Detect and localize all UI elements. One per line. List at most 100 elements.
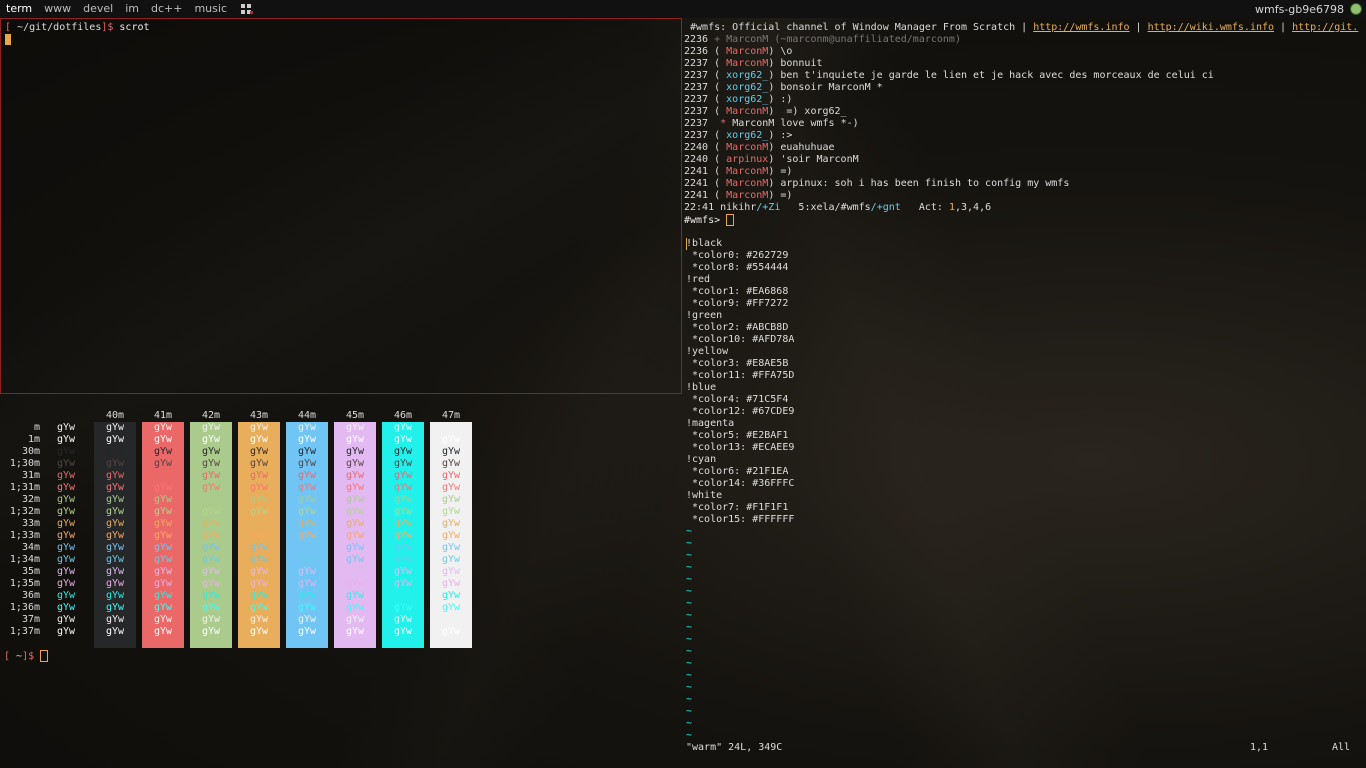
tag-term[interactable]: term: [0, 0, 38, 18]
terminal-cursor: [5, 34, 11, 45]
irc-message: 2237 ( xorg62_) :>: [684, 130, 792, 142]
irc-message-nick[interactable]: MarconM: [726, 178, 768, 189]
irc-topic-link-wiki[interactable]: http://wiki.wmfs.info: [1148, 22, 1274, 33]
irc-message-nick[interactable]: xorg62_: [726, 130, 768, 141]
color-table-sample: gYw: [394, 494, 413, 505]
irc-message-nick[interactable]: MarconM: [726, 106, 768, 117]
irc-message: 2240 ( MarconM) euahuhuae: [684, 142, 835, 154]
irc-message-mark: (: [708, 154, 727, 165]
color-table-row-label: 1;33m: [9, 530, 40, 541]
vim-buffer-line: !black: [686, 238, 723, 249]
color-table-sample: gYw: [442, 434, 461, 445]
irc-message-text: love wmfs *-): [774, 118, 859, 129]
irc-message-time: 2237: [684, 70, 709, 81]
irc-message-nick[interactable]: arpinux: [726, 154, 768, 165]
color-table-row-label: 37m: [21, 614, 40, 625]
color-table-row-label: 30m: [21, 446, 40, 457]
color-table-row-label: 36m: [21, 590, 40, 601]
vim-empty-line-tilde: ~: [686, 526, 693, 537]
color-table-sample: gYw: [202, 542, 221, 553]
color-table-sample: gYw: [442, 518, 461, 529]
color-table-sample: gYw: [154, 614, 173, 625]
color-table-sample: gYw: [298, 422, 317, 433]
irc-message-mark: (: [708, 82, 727, 93]
color-table-sample: gYw: [154, 530, 173, 541]
color-table-sample: gYw: [250, 590, 269, 601]
tag-dcpp[interactable]: dc++: [145, 0, 188, 18]
irc-message-nick[interactable]: xorg62_: [726, 70, 768, 81]
irc-topic-link-git[interactable]: http://git.: [1292, 22, 1358, 33]
irc-client-window[interactable]: #wmfs: Official channel of Window Manage…: [684, 18, 1364, 228]
irc-message-nick[interactable]: MarconM: [726, 166, 768, 177]
color-table-sample: gYw: [202, 518, 221, 529]
color-table-sample: gYw: [394, 578, 413, 589]
color-table-sample: gYw: [394, 470, 413, 481]
color-table-sample: gYw: [250, 446, 269, 457]
color-table-sample: gYw: [154, 458, 173, 469]
color-table-sample: gYw: [57, 542, 76, 553]
irc-statusline: 22:41 nikihr/+Zi 5:xela/#wmfs/+gnt Act: …: [684, 202, 991, 214]
vim-buffer-line: *color13: #ECAEE9: [686, 442, 795, 453]
color-table-sample: gYw: [346, 446, 365, 457]
color-table-sample: gYw: [346, 542, 365, 553]
color-table-sample: gYw: [250, 422, 269, 433]
irc-input-line[interactable]: #wmfs>: [684, 214, 735, 227]
irc-message-text: ) \o: [768, 46, 793, 57]
irc-message-nick[interactable]: MarconM: [726, 190, 768, 201]
color-table-header: 45m: [346, 410, 365, 421]
vim-empty-line-tilde: ~: [686, 562, 693, 573]
irc-topic-link-wmfs[interactable]: http://wmfs.info: [1033, 22, 1129, 33]
irc-message-time: 2237: [684, 58, 709, 69]
color-table-sample: gYw: [57, 446, 76, 457]
color-table-sample: gYw: [442, 626, 461, 637]
vim-buffer-line: !white: [686, 490, 723, 501]
tag-devel[interactable]: devel: [77, 0, 119, 18]
irc-message-text: (~marconm@unaffiliated/marconm): [768, 34, 961, 45]
color-table-sample: gYw: [442, 590, 461, 601]
status-text: wmfs-gb9e6798: [1254, 2, 1344, 16]
tag-www[interactable]: www: [38, 0, 77, 18]
irc-message-nick[interactable]: MarconM: [726, 58, 768, 69]
irc-message-nick[interactable]: MarconM: [732, 118, 774, 129]
prompt-bracket-close: ]$: [101, 22, 114, 33]
irc-message-nick[interactable]: MarconM: [726, 46, 768, 57]
top-bar: term www devel im dc++ music wmfs-gb9e67…: [0, 0, 1366, 18]
vim-buffer-line: *color2: #ABCB8D: [686, 322, 789, 333]
irc-message-text: ) euahuhuae: [768, 142, 835, 153]
prompt-path: ~/git/dotfiles: [11, 22, 102, 33]
color-table-row-label: 32m: [21, 494, 40, 505]
irc-message-nick[interactable]: xorg62_: [726, 82, 768, 93]
vim-empty-line-tilde: ~: [686, 706, 693, 717]
vim-editor-window[interactable]: !black *color0: #262729 *color8: #554444…: [684, 236, 1364, 756]
irc-message-time: 2240: [684, 154, 709, 165]
color-table-sample: gYw: [250, 506, 269, 517]
color-table-sample: gYw: [154, 506, 173, 517]
color-table-header: 44m: [298, 410, 317, 421]
irc-message-nick[interactable]: xorg62_: [726, 94, 768, 105]
vim-empty-line-tilde: ~: [686, 730, 693, 741]
color-table-sample: gYw: [394, 422, 413, 433]
color-table-sample: gYw: [250, 614, 269, 625]
bottom-shell-prompt[interactable]: [ ~]$: [4, 650, 49, 663]
color-table-sample: gYw: [106, 590, 125, 601]
vim-buffer-line: *color4: #71C5F4: [686, 394, 789, 405]
color-table-sample: gYw: [346, 494, 365, 505]
irc-message-time: 2241: [684, 178, 709, 189]
tag-music[interactable]: music: [188, 0, 233, 18]
color-table-sample: gYw: [154, 578, 173, 589]
color-table-sample: gYw: [154, 602, 173, 613]
vim-buffer-line: !magenta: [686, 418, 735, 429]
color-table-sample: gYw: [250, 518, 269, 529]
irc-message-nick[interactable]: MarconM: [726, 142, 768, 153]
terminal-window-focused[interactable]: [ ~/git/dotfiles]$ scrot: [0, 18, 682, 394]
color-table-sample: gYw: [154, 470, 173, 481]
color-table-sample: gYw: [57, 590, 76, 601]
vim-buffer-line: !green: [686, 310, 723, 321]
color-table-sample: gYw: [154, 626, 173, 637]
tag-im[interactable]: im: [119, 0, 145, 18]
vim-buffer-line: *color1: #EA6868: [686, 286, 789, 297]
color-table-row-label: 1;32m: [9, 506, 40, 517]
color-table-row-label: m: [33, 422, 40, 433]
irc-message-nick[interactable]: MarconM: [726, 34, 768, 45]
color-table-sample: gYw: [106, 626, 125, 637]
